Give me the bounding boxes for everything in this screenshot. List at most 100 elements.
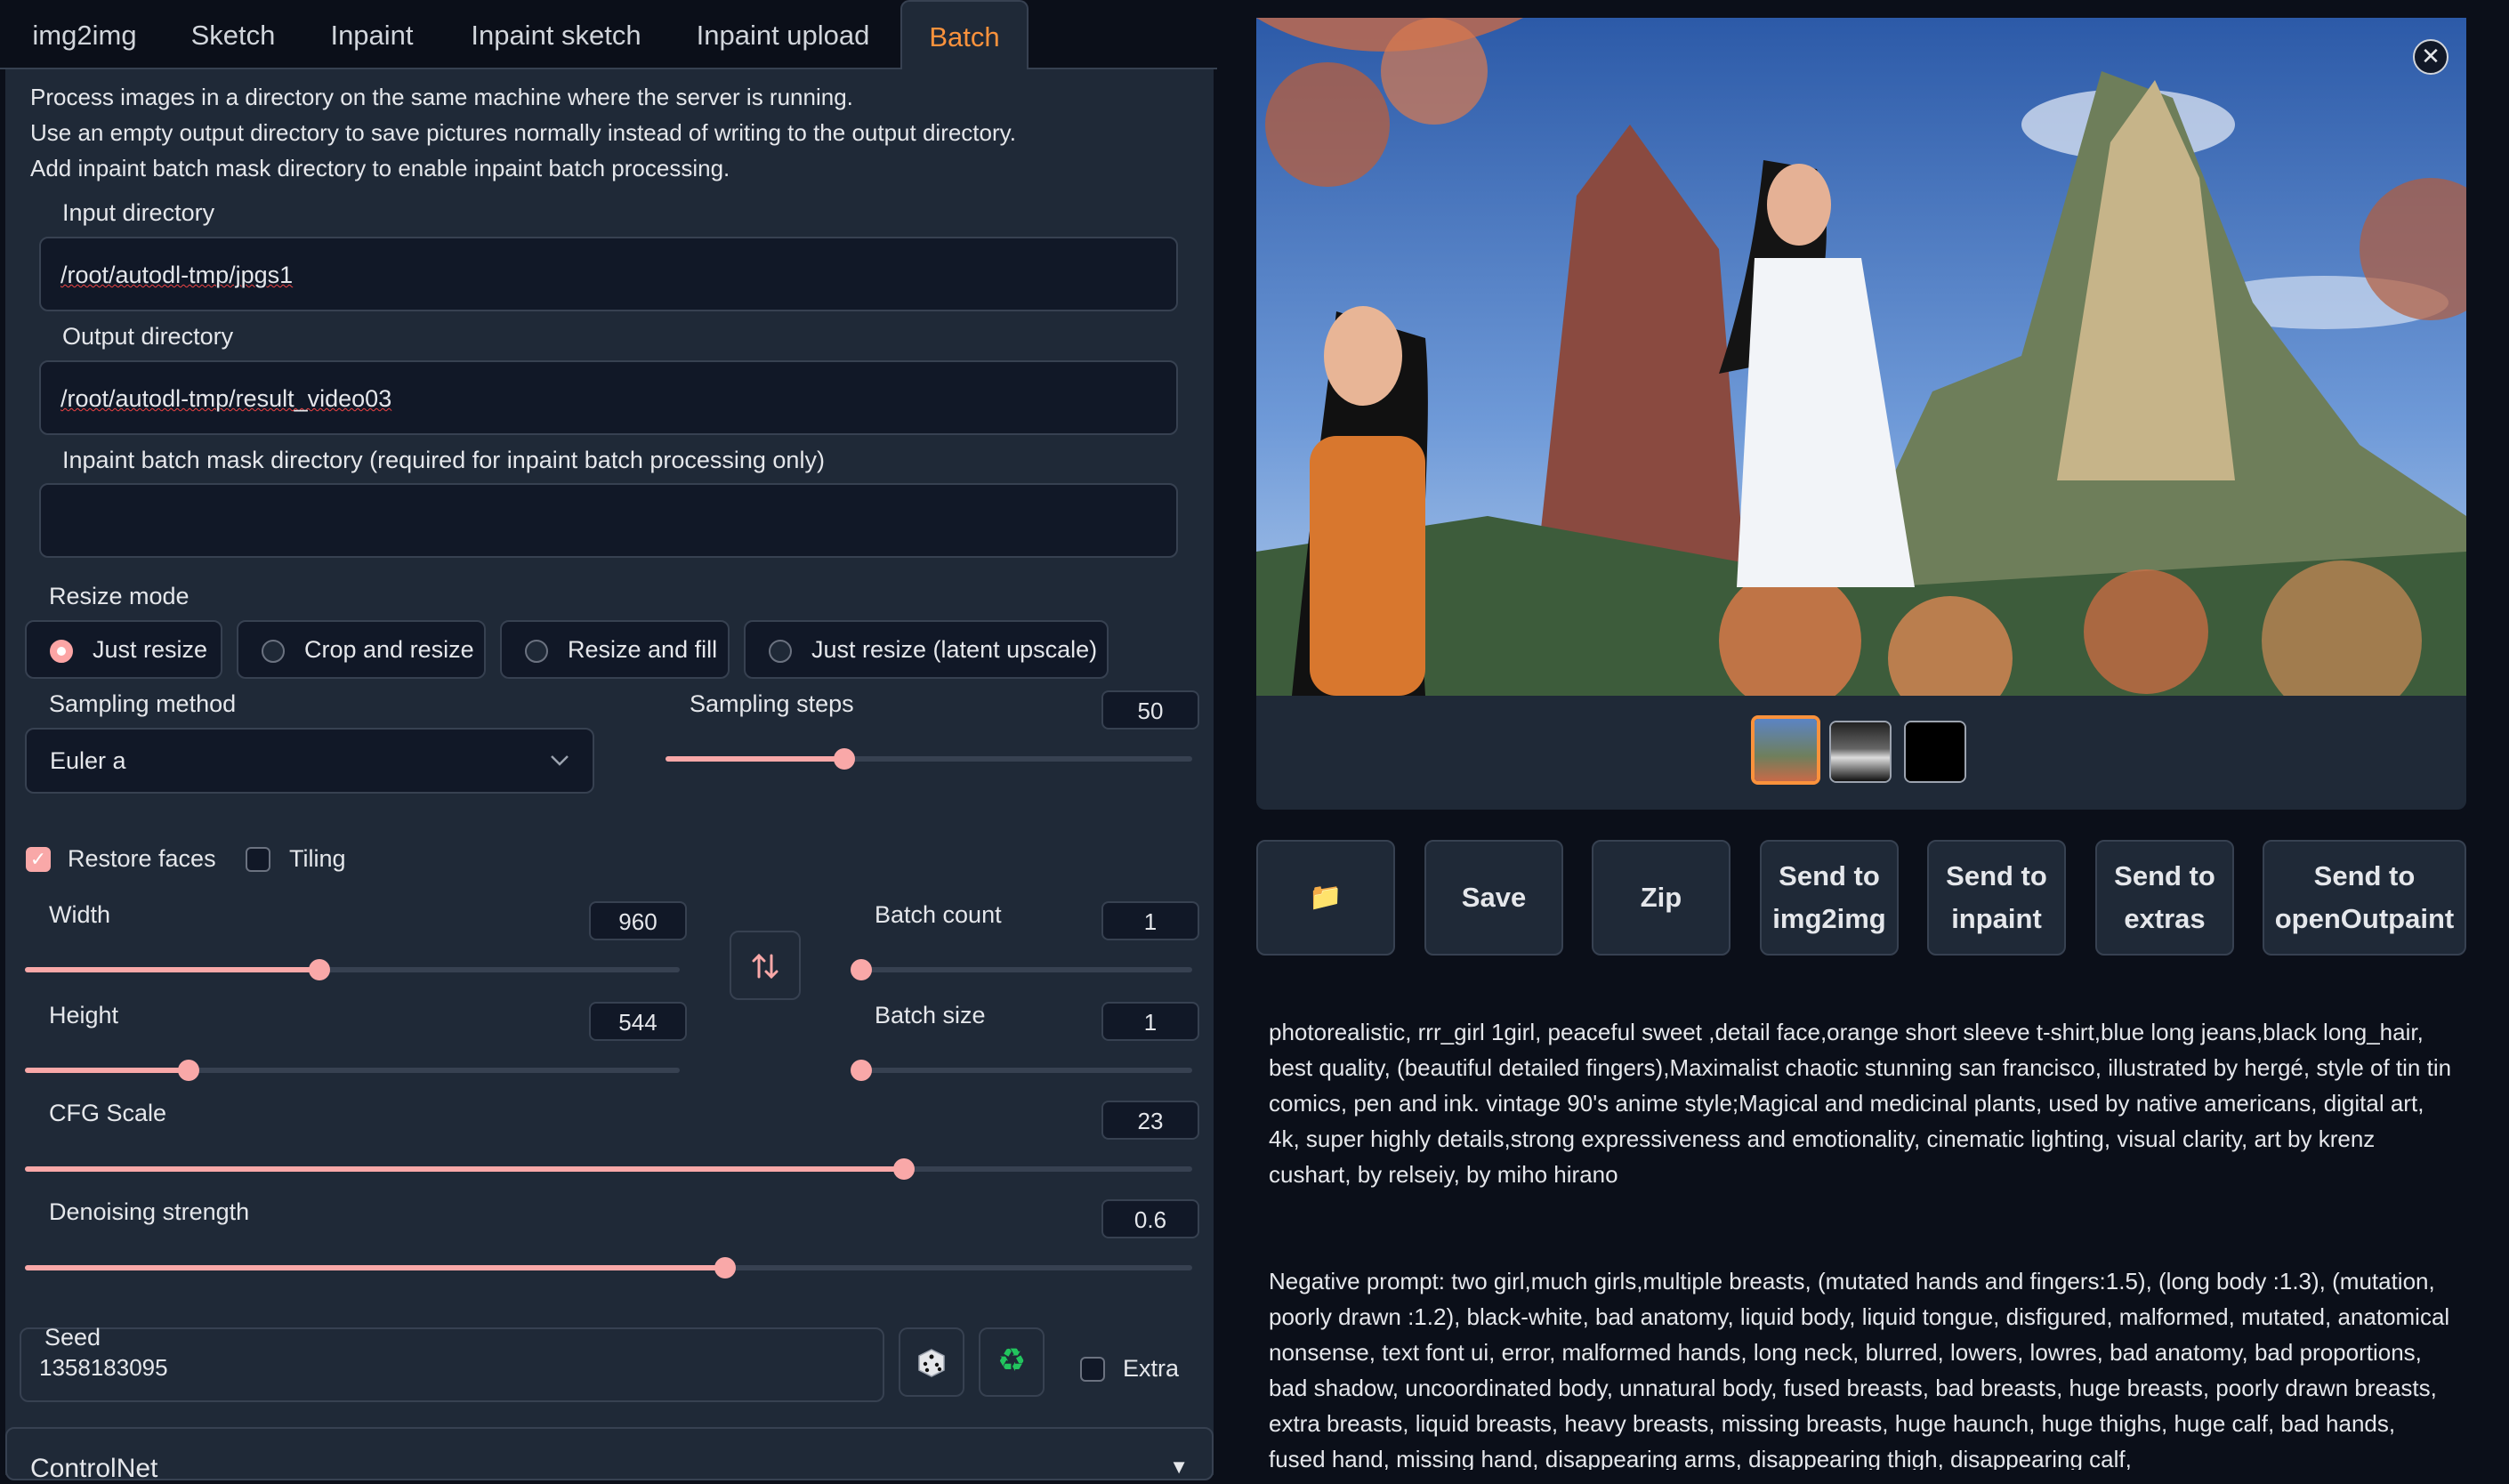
extra-seed-label: Extra <box>1123 1355 1180 1382</box>
batch-count-label: Batch count <box>875 901 1002 928</box>
seed-input[interactable]: 1358183095 <box>39 1354 168 1382</box>
cfg-scale-label: CFG Scale <box>49 1100 167 1126</box>
tab-batch[interactable]: Batch <box>900 0 1029 69</box>
resize-option-crop-and-resize[interactable]: Crop and resize <box>237 620 486 679</box>
gallery-thumbnail-2[interactable] <box>1829 721 1892 783</box>
input-dir-label: Input directory <box>62 199 215 226</box>
tab-inpaint[interactable]: Inpaint <box>297 0 447 68</box>
send-label: Send to <box>2313 860 2416 891</box>
save-label: Save <box>1461 882 1527 913</box>
denoising-strength-label: Denoising strength <box>49 1198 250 1225</box>
denoising-strength-input[interactable]: 0.6 <box>1101 1199 1199 1238</box>
random-seed-button[interactable] <box>899 1327 964 1397</box>
slider-fill <box>25 967 320 972</box>
slider-thumb[interactable] <box>178 1060 199 1081</box>
slider-fill <box>25 1166 904 1172</box>
seed-block: Seed 1358183095 <box>20 1324 884 1402</box>
gallery-thumbnail-1[interactable] <box>1751 715 1820 785</box>
send-to-img2img-button[interactable]: Send to img2img <box>1760 840 1899 956</box>
send-to-openoutpaint-button[interactable]: Send to openOutpaint <box>2263 840 2466 956</box>
open-folder-button[interactable]: 📁 <box>1256 840 1395 956</box>
controlnet-accordion[interactable]: ControlNet ▼ <box>5 1427 1214 1483</box>
resize-mode-label: Resize mode <box>49 583 190 609</box>
reuse-seed-button[interactable]: ♻ <box>979 1327 1045 1397</box>
send-label: Send to <box>1946 860 2047 891</box>
batch-info-line-2: Use an empty output directory to save pi… <box>30 119 1016 146</box>
slider-thumb[interactable] <box>892 1158 915 1180</box>
cfg-scale-slider[interactable] <box>25 1158 1192 1180</box>
send-target-label: openOutpaint <box>2274 903 2455 934</box>
send-label: Send to <box>1779 860 1880 891</box>
tab-img2img[interactable]: img2img <box>0 0 169 68</box>
width-slider[interactable] <box>25 959 680 980</box>
output-dir-value: /root/autodl-tmp/result_video03 <box>61 385 392 412</box>
send-label: Send to <box>2114 860 2215 891</box>
height-label: Height <box>49 1002 119 1028</box>
save-button[interactable]: Save <box>1424 840 1563 956</box>
slider-thumb[interactable] <box>309 959 331 980</box>
slider-thumb[interactable] <box>851 1060 872 1081</box>
width-input[interactable]: 960 <box>589 901 687 940</box>
slider-fill <box>666 756 845 762</box>
resize-option-latent-upscale[interactable]: Just resize (latent upscale) <box>744 620 1109 679</box>
cfg-scale-input[interactable]: 23 <box>1101 1101 1199 1140</box>
radio-unselected-icon <box>262 640 285 663</box>
thumbnail-image <box>1906 722 1964 781</box>
denoising-strength-slider[interactable] <box>25 1257 1192 1278</box>
radio-unselected-icon <box>525 640 548 663</box>
sampling-steps-input[interactable]: 50 <box>1101 690 1199 730</box>
triangle-down-icon: ▼ <box>1169 1456 1189 1478</box>
mask-dir-label: Inpaint batch mask directory (required f… <box>62 447 825 473</box>
sampling-method-dropdown[interactable]: Euler a <box>25 728 594 794</box>
slider-thumb[interactable] <box>851 959 872 980</box>
slider-thumb[interactable] <box>714 1257 737 1278</box>
generation-prompt-text: photorealistic, rrr_girl 1girl, peaceful… <box>1269 1019 2452 1188</box>
batch-info-line-1: Process images in a directory on the sam… <box>30 84 853 110</box>
output-dir-label: Output directory <box>62 323 234 350</box>
send-to-extras-button[interactable]: Send to extras <box>2095 840 2234 956</box>
swap-dimensions-button[interactable] <box>730 931 801 1000</box>
output-dir-field[interactable]: /root/autodl-tmp/result_video03 <box>39 360 1178 435</box>
input-dir-field[interactable]: /root/autodl-tmp/jpgs1 <box>39 237 1178 311</box>
batch-size-slider[interactable] <box>851 1060 1192 1081</box>
zip-label: Zip <box>1640 882 1682 913</box>
controlnet-label: ControlNet <box>30 1454 158 1483</box>
swap-arrows-icon <box>752 953 779 980</box>
extra-seed-checkbox[interactable] <box>1080 1357 1105 1382</box>
generation-negative-prompt-text: Negative prompt: two girl,much girls,mul… <box>1269 1268 2450 1470</box>
tab-sketch[interactable]: Sketch <box>169 0 297 68</box>
resize-option-resize-and-fill[interactable]: Resize and fill <box>500 620 730 679</box>
restore-faces-checkbox[interactable] <box>26 847 51 872</box>
slider-fill <box>25 1068 189 1073</box>
resize-option-label: Just resize <box>93 636 208 663</box>
height-slider[interactable] <box>25 1060 680 1081</box>
sampling-method-label: Sampling method <box>49 690 237 717</box>
mask-dir-field[interactable] <box>39 483 1178 558</box>
send-target-label: inpaint <box>1951 903 2042 934</box>
restore-faces-label: Restore faces <box>68 845 216 872</box>
sampling-steps-slider[interactable] <box>666 748 1192 770</box>
batch-count-input[interactable]: 1 <box>1101 901 1199 940</box>
tab-inpaint-sketch[interactable]: Inpaint sketch <box>447 0 666 68</box>
output-image-preview[interactable]: ✕ <box>1256 18 2466 696</box>
chevron-down-icon <box>551 755 569 766</box>
height-input[interactable]: 544 <box>589 1002 687 1041</box>
batch-size-label: Batch size <box>875 1002 986 1028</box>
zip-button[interactable]: Zip <box>1592 840 1730 956</box>
thumbnail-image <box>1755 719 1817 781</box>
batch-size-input[interactable]: 1 <box>1101 1002 1199 1041</box>
send-target-label: extras <box>2124 903 2206 934</box>
dice-icon <box>918 1349 945 1377</box>
send-to-inpaint-button[interactable]: Send to inpaint <box>1927 840 2066 956</box>
close-icon[interactable]: ✕ <box>2413 39 2448 75</box>
batch-info-line-3: Add inpaint batch mask directory to enab… <box>30 155 730 181</box>
tiling-checkbox[interactable] <box>246 847 270 872</box>
resize-option-label: Just resize (latent upscale) <box>811 636 1098 663</box>
radio-unselected-icon <box>769 640 792 663</box>
send-target-label: img2img <box>1772 903 1886 934</box>
batch-count-slider[interactable] <box>851 959 1192 980</box>
resize-option-label: Resize and fill <box>568 636 718 663</box>
resize-option-just-resize[interactable]: Just resize <box>25 620 222 679</box>
tab-inpaint-upload[interactable]: Inpaint upload <box>666 0 900 68</box>
gallery-thumbnail-3[interactable] <box>1904 721 1966 783</box>
